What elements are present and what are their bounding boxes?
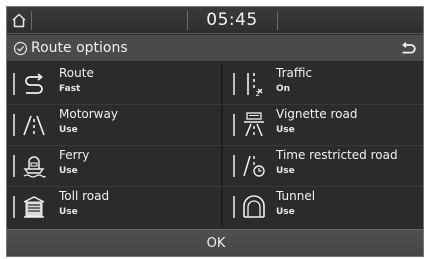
status-divider [277,11,278,30]
option-time-restricted-road[interactable]: Time restricted road Use [223,145,423,186]
option-label: Tunnel [276,189,316,203]
option-marker [233,114,235,136]
option-value: Use [276,125,295,135]
option-route[interactable]: Route Fast [7,63,221,104]
home-button[interactable] [7,7,31,34]
vignette-road-icon [241,110,267,138]
option-value: On [276,84,291,94]
option-value: Use [59,125,78,135]
option-motorway[interactable]: Motorway Use [7,104,221,145]
option-marker [233,155,235,177]
option-ferry[interactable]: Ferry Use [7,145,221,186]
option-label: Toll road [59,189,110,203]
option-marker [233,73,235,95]
option-traffic[interactable]: 2 Traffic On [223,63,423,104]
back-arrow-icon [400,41,416,56]
status-bar: 05:45 [7,7,423,34]
option-value: Use [59,166,78,176]
option-marker [13,196,15,218]
home-icon [11,13,27,28]
toll-road-icon [21,192,47,220]
tunnel-icon [241,192,267,220]
option-label: Vignette road [276,107,358,121]
back-button[interactable] [397,39,419,58]
option-label: Traffic [276,66,313,80]
page-title: Route options [31,40,128,56]
navigation-screen: 05:45 Route options Route Fast 2 Traffic… [6,6,424,257]
motorway-icon [21,110,47,138]
ok-button[interactable]: OK [7,229,423,256]
svg-text:2: 2 [256,90,260,97]
option-value: Use [276,166,295,176]
option-marker [13,114,15,136]
ok-label: OK [206,236,226,251]
check-circle-icon [13,41,28,56]
option-value: Use [276,207,295,217]
clock: 05:45 [206,10,258,30]
option-tunnel[interactable]: Tunnel Use [223,186,423,227]
option-value: Use [59,207,78,217]
option-marker [233,196,235,218]
ferry-icon [21,151,47,179]
option-toll-road[interactable]: Toll road Use [7,186,221,227]
option-value: Fast [59,84,81,94]
route-icon [21,69,47,97]
option-marker [13,155,15,177]
time-restricted-road-icon [241,151,267,179]
option-label: Route [59,66,94,80]
traffic-icon: 2 [241,69,267,97]
status-divider [31,11,32,30]
option-label: Ferry [59,148,90,162]
option-label: Motorway [59,107,118,121]
option-vignette-road[interactable]: Vignette road Use [223,104,423,145]
option-marker [13,73,15,95]
option-label: Time restricted road [276,148,398,162]
title-bar: Route options [7,35,423,62]
